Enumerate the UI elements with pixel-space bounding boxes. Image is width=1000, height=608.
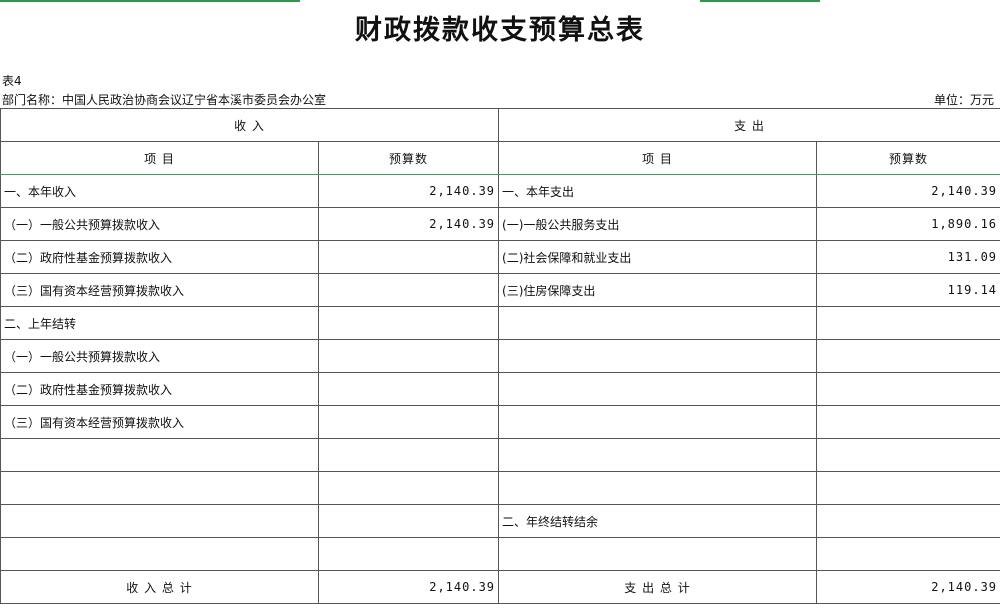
income-value-cell — [317, 537, 500, 571]
expense-item-cell — [498, 438, 818, 472]
expense-header: 支 出 — [498, 108, 1000, 142]
income-item-cell: （二）政府性基金预算拨款收入 — [0, 372, 319, 406]
income-item-cell: （一）一般公共预算拨款收入 — [0, 207, 319, 241]
income-item-cell — [0, 537, 319, 571]
expense-value-cell: 2,140.39 — [816, 174, 1000, 208]
budget-table: 收 入 支 出 项 目 预算数 项 目 预算数 一、本年收入 2,140.39 一、… — [0, 108, 1000, 604]
expense-value-cell: 1,890.16 — [816, 207, 1000, 241]
income-item-cell — [0, 504, 319, 538]
header-row-columns: 项 目 预算数 项 目 预算数 — [0, 141, 1000, 175]
expense-value-cell — [816, 339, 1000, 373]
expense-item-cell — [498, 405, 818, 439]
income-value-cell — [317, 339, 500, 373]
income-item-cell: （二）政府性基金预算拨款收入 — [0, 240, 319, 274]
unit-label: 单位：万元 — [933, 93, 994, 107]
expense-value-cell: 131.09 — [816, 240, 1000, 274]
expense-item-cell — [498, 306, 818, 340]
department-name: 部门名称：中国人民政治协商会议辽宁省本溪市委员会办公室 — [2, 93, 327, 107]
expense-value-cell — [816, 405, 1000, 439]
income-value-cell — [317, 504, 500, 538]
budget-table-container: 收 入 支 出 项 目 预算数 项 目 预算数 一、本年收入 2,140.39 一、… — [0, 108, 1000, 608]
income-item-header: 项 目 — [0, 141, 319, 175]
income-item-cell: （三）国有资本经营预算拨款收入 — [0, 273, 319, 307]
header-separator-line — [0, 174, 1000, 175]
table-row: 二、上年结转 — [0, 306, 1000, 340]
income-value-cell — [317, 438, 500, 472]
expense-value-cell — [816, 306, 1000, 340]
expense-total-value: 2,140.39 — [816, 570, 1000, 604]
expense-item-header: 项 目 — [498, 141, 818, 175]
income-value-cell — [317, 273, 500, 307]
expense-budget-header: 预算数 — [816, 141, 1000, 175]
table-row: （一）一般公共预算拨款收入 2,140.39 (一)一般公共服务支出 1,890.16 — [0, 207, 1000, 241]
table-row: （二）政府性基金预算拨款收入 — [0, 372, 1000, 406]
income-value-cell: 2,140.39 — [317, 174, 500, 208]
expense-value-cell — [816, 372, 1000, 406]
income-value-cell — [317, 372, 500, 406]
expense-item-cell: (三)住房保障支出 — [498, 273, 818, 307]
table-row: 二、年终结转结余 — [0, 504, 1000, 538]
expense-item-cell — [498, 537, 818, 571]
income-item-cell: （三）国有资本经营预算拨款收入 — [0, 405, 319, 439]
expense-item-cell: 二、年终结转结余 — [498, 504, 818, 538]
table-row: （三）国有资本经营预算拨款收入 (三)住房保障支出 119.14 — [0, 273, 1000, 307]
income-budget-header: 预算数 — [317, 141, 500, 175]
expense-item-cell: (二)社会保障和就业支出 — [498, 240, 818, 274]
expense-item-cell: 一、本年支出 — [498, 174, 818, 208]
income-value-cell — [317, 240, 500, 274]
expense-value-cell — [816, 537, 1000, 571]
expense-value-cell — [816, 471, 1000, 505]
table-row — [0, 438, 1000, 472]
table-row — [0, 537, 1000, 571]
table-row: 一、本年收入 2,140.39 一、本年支出 2,140.39 — [0, 174, 1000, 208]
top-accent-line — [0, 0, 1000, 2]
income-value-cell — [317, 306, 500, 340]
income-item-cell — [0, 471, 319, 505]
income-value-cell — [317, 471, 500, 505]
expense-value-cell — [816, 504, 1000, 538]
income-item-cell: 二、上年结转 — [0, 306, 319, 340]
table-number: 表4 — [2, 74, 22, 88]
income-value-cell: 2,140.39 — [317, 207, 500, 241]
table-row: （一）一般公共预算拨款收入 — [0, 339, 1000, 373]
income-item-cell: （一）一般公共预算拨款收入 — [0, 339, 319, 373]
income-item-cell — [0, 438, 319, 472]
table-row: （二）政府性基金预算拨款收入 (二)社会保障和就业支出 131.09 — [0, 240, 1000, 274]
expense-value-cell — [816, 438, 1000, 472]
expense-value-cell: 119.14 — [816, 273, 1000, 307]
income-total-label: 收 入 总 计 — [0, 570, 319, 604]
expense-item-cell — [498, 471, 818, 505]
income-total-value: 2,140.39 — [317, 570, 500, 604]
income-header: 收 入 — [0, 108, 500, 142]
total-row: 收 入 总 计 2,140.39 支 出 总 计 2,140.39 — [0, 570, 1000, 604]
expense-total-label: 支 出 总 计 — [498, 570, 818, 604]
table-row — [0, 471, 1000, 505]
income-value-cell — [317, 405, 500, 439]
income-item-cell: 一、本年收入 — [0, 174, 319, 208]
expense-item-cell — [498, 339, 818, 373]
expense-item-cell: (一)一般公共服务支出 — [498, 207, 818, 241]
expense-item-cell — [498, 372, 818, 406]
table-row: （三）国有资本经营预算拨款收入 — [0, 405, 1000, 439]
page-title: 财政拨款收支预算总表 — [355, 15, 645, 46]
header-row-sections: 收 入 支 出 — [0, 108, 1000, 142]
